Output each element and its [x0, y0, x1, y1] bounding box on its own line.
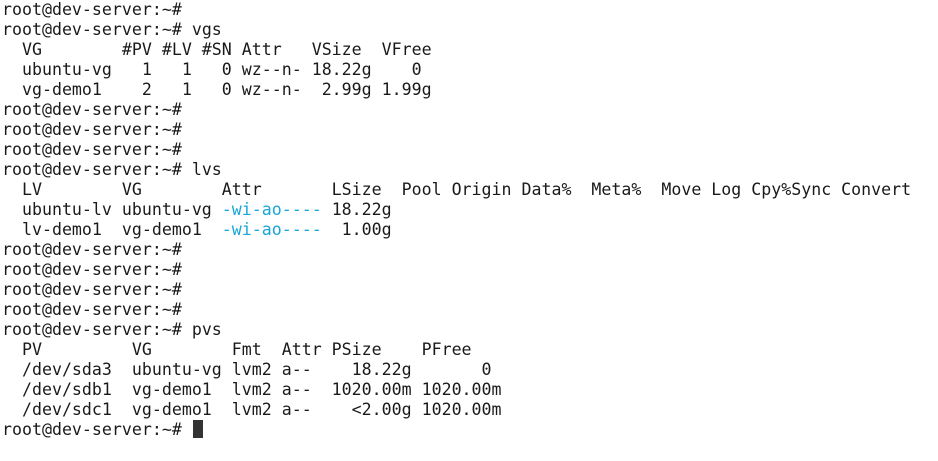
vgs-header-text: VG #PV #LV #SN Attr VSize VFree: [2, 40, 432, 59]
pvs-header-row: PV VG Fmt Attr PSize PFree: [0, 340, 938, 360]
lvs-row: lv-demo1 vg-demo1 -wi-ao---- 1.00g: [0, 220, 938, 240]
lvs-header-text: LV VG Attr LSize Pool Origin Data% Meta%…: [2, 180, 912, 199]
active-prompt-line[interactable]: root@dev-server:~#: [0, 420, 938, 440]
prompt-line: root@dev-server:~#: [0, 140, 938, 160]
pvs-row-text: /dev/sdb1 vg-demo1 lvm2 a-- 1020.00m 102…: [2, 380, 502, 399]
prompt-text: root@dev-server:~#: [2, 420, 182, 439]
vgs-row: ubuntu-vg 1 1 0 wz--n- 18.22g 0: [0, 60, 938, 80]
pvs-row: /dev/sdc1 vg-demo1 lvm2 a-- <2.00g 1020.…: [0, 400, 938, 420]
pvs-row: /dev/sda3 ubuntu-vg lvm2 a-- 18.22g 0: [0, 360, 938, 380]
lvs-row-size: 1.00g: [321, 220, 392, 239]
prompt-line: root@dev-server:~#: [0, 100, 938, 120]
prompt-text: root@dev-server:~#: [2, 120, 182, 139]
prompt-text: root@dev-server:~#: [2, 0, 182, 19]
vgs-row-text: vg-demo1 2 1 0 wz--n- 2.99g 1.99g: [2, 80, 432, 99]
prompt-line: root@dev-server:~# lvs: [0, 160, 938, 180]
command-text: lvs: [191, 160, 222, 179]
vgs-row: vg-demo1 2 1 0 wz--n- 2.99g 1.99g: [0, 80, 938, 100]
prompt-line: root@dev-server:~#: [0, 240, 938, 260]
text-cursor[interactable]: [192, 420, 203, 438]
prompt-text: root@dev-server:~#: [2, 240, 182, 259]
lvs-row: ubuntu-lv ubuntu-vg -wi-ao---- 18.22g: [0, 200, 938, 220]
lvs-row-size: 18.22g: [321, 200, 392, 219]
prompt-line: root@dev-server:~#: [0, 300, 938, 320]
pvs-row-text: /dev/sdc1 vg-demo1 lvm2 a-- <2.00g 1020.…: [2, 400, 502, 419]
prompt-line: root@dev-server:~# vgs: [0, 20, 938, 40]
prompt-text: root@dev-server:~#: [2, 100, 182, 119]
pvs-header-text: PV VG Fmt Attr PSize PFree: [2, 340, 472, 359]
prompt-text: root@dev-server:~#: [2, 320, 182, 339]
pvs-row-text: /dev/sda3 ubuntu-vg lvm2 a-- 18.22g 0: [2, 360, 492, 379]
command-text: pvs: [191, 320, 222, 339]
prompt-text: root@dev-server:~#: [2, 300, 182, 319]
lvs-row-name: lv-demo1 vg-demo1: [2, 220, 222, 239]
vgs-header-row: VG #PV #LV #SN Attr VSize VFree: [0, 40, 938, 60]
prompt-line: root@dev-server:~#: [0, 280, 938, 300]
prompt-text: root@dev-server:~#: [2, 160, 182, 179]
lvs-row-name: ubuntu-lv ubuntu-vg: [2, 200, 222, 219]
prompt-line: promptroot@dev-server:~#: [0, 0, 938, 20]
prompt-line: root@dev-server:~#: [0, 260, 938, 280]
prompt-text: root@dev-server:~#: [2, 140, 182, 159]
terminal-window[interactable]: promptroot@dev-server:~# root@dev-server…: [0, 0, 938, 461]
prompt-line: root@dev-server:~# pvs: [0, 320, 938, 340]
prompt-text: root@dev-server:~#: [2, 20, 182, 39]
prompt-line: root@dev-server:~#: [0, 120, 938, 140]
lvs-row-attr: -wi-ao----: [221, 220, 322, 239]
prompt-text: root@dev-server:~#: [2, 260, 182, 279]
pvs-row: /dev/sdb1 vg-demo1 lvm2 a-- 1020.00m 102…: [0, 380, 938, 400]
prompt-text: root@dev-server:~#: [2, 280, 182, 299]
vgs-row-text: ubuntu-vg 1 1 0 wz--n- 18.22g 0: [2, 60, 422, 79]
lvs-header-row: LV VG Attr LSize Pool Origin Data% Meta%…: [0, 180, 938, 200]
lvs-row-attr: -wi-ao----: [221, 200, 322, 219]
command-text: vgs: [191, 20, 222, 39]
